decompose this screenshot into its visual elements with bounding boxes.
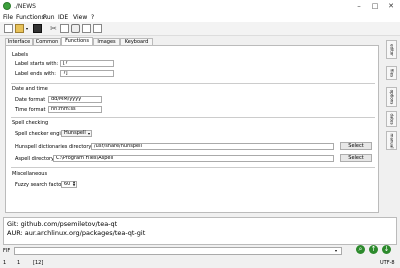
menu-ide[interactable]: IDE <box>58 14 68 21</box>
datetime-section-title: Date and time <box>12 86 48 92</box>
fif-input[interactable] <box>14 247 342 255</box>
hunspell-select-button[interactable]: Select <box>340 142 372 150</box>
fif-row: FIF ▾ <box>0 245 400 257</box>
save-icon[interactable] <box>33 24 42 33</box>
fuzzy-factor-label: Fuzzy search factor <box>15 182 64 188</box>
side-tab-bar: editor files options dates manual <box>384 36 400 216</box>
label-starts-input[interactable]: [? <box>60 60 114 67</box>
hunspell-dir-input[interactable]: /usr/share/hunspell <box>91 143 334 150</box>
functions-panel: Labels Label starts with: [? Label ends … <box>5 45 379 213</box>
cut-icon[interactable]: ✂ <box>49 24 58 33</box>
paste-icon[interactable] <box>71 24 80 33</box>
log-area[interactable]: Git: github.com/psemiletov/tea-qt AUR: a… <box>3 217 397 245</box>
arrow-up-icon[interactable]: ↑ <box>369 245 378 254</box>
separator <box>11 167 375 168</box>
search-icon[interactable]: ⌕ <box>356 245 365 254</box>
new-file-icon[interactable] <box>4 24 13 33</box>
separator <box>11 117 375 118</box>
log-line: AUR: aur.archlinux.org/packages/tea-qt-g… <box>7 229 146 237</box>
toolbar: ▾ ✂ <box>0 22 400 36</box>
spell-section-title: Spell checking <box>12 120 49 126</box>
app-icon <box>3 2 11 10</box>
spell-engine-value: Hunspell <box>64 130 86 136</box>
aspell-dir-label: Aspell directory <box>15 156 55 162</box>
maximize-icon[interactable]: □ <box>368 2 382 11</box>
arrow-down-icon[interactable]: ↓ <box>382 245 391 254</box>
open-file-icon[interactable] <box>15 24 24 33</box>
side-tab-files[interactable]: files <box>386 66 397 80</box>
spinbox-arrows-icon[interactable]: ▲ ▼ <box>71 181 77 188</box>
status-encoding: UTF-8 <box>380 260 395 266</box>
date-format-label: Date format <box>15 97 46 103</box>
side-tab-dates[interactable]: dates <box>386 111 397 127</box>
menu-functions[interactable]: Functions <box>16 14 45 21</box>
redo-icon[interactable] <box>93 24 102 33</box>
side-tab-options[interactable]: options <box>386 87 397 107</box>
chevron-down-icon[interactable]: ▾ <box>335 248 337 253</box>
menu-file[interactable]: File <box>3 14 13 21</box>
menu-help[interactable]: ? <box>91 14 94 21</box>
misc-section-title: Miscellaneous <box>12 171 48 177</box>
undo-icon[interactable] <box>82 24 91 33</box>
labels-section-title: Labels <box>12 52 29 58</box>
aspell-select-button[interactable]: Select <box>340 154 372 162</box>
status-count: [12] <box>33 260 44 266</box>
label-ends-label: Label ends with: <box>15 71 56 77</box>
menu-view[interactable]: View <box>73 14 87 21</box>
spell-engine-select[interactable]: Hunspell ▾ <box>61 130 92 137</box>
log-line: Git: github.com/psemiletov/tea-qt <box>7 220 118 228</box>
fif-label: FIF <box>3 248 11 254</box>
close-icon[interactable]: ✕ <box>384 2 398 11</box>
menu-bar: File Functions Run IDE View ? <box>0 13 400 22</box>
chevron-down-icon: ▾ <box>87 131 90 136</box>
aspell-dir-input[interactable]: C:\Program Files\Aspell <box>53 155 334 162</box>
menu-run[interactable]: Run <box>43 14 55 21</box>
side-tab-editor[interactable]: editor <box>386 40 397 59</box>
side-tab-manual[interactable]: manual <box>386 131 397 150</box>
open-dropdown-icon[interactable]: ▾ <box>26 24 31 33</box>
date-format-input[interactable]: dd/MM/yyyy <box>48 96 102 103</box>
label-starts-label: Label starts with: <box>15 61 59 67</box>
time-format-label: Time format <box>15 107 46 113</box>
window-title: ./NEWS <box>14 3 36 10</box>
separator <box>11 83 375 84</box>
minimize-icon[interactable]: – <box>352 2 366 11</box>
status-line: 1 <box>3 260 7 266</box>
copy-icon[interactable] <box>60 24 69 33</box>
spell-engine-label: Spell checker engine <box>15 131 68 137</box>
title-bar: ./NEWS – □ ✕ <box>0 0 400 13</box>
status-col: 1 <box>17 260 21 266</box>
status-bar: 1 1 [12] UTF-8 <box>0 258 400 268</box>
time-format-input[interactable]: hh:mm:ss <box>48 106 102 113</box>
label-ends-input[interactable]: ?] <box>60 70 114 77</box>
hunspell-dir-label: Hunspell dictionaries directory <box>15 144 92 150</box>
